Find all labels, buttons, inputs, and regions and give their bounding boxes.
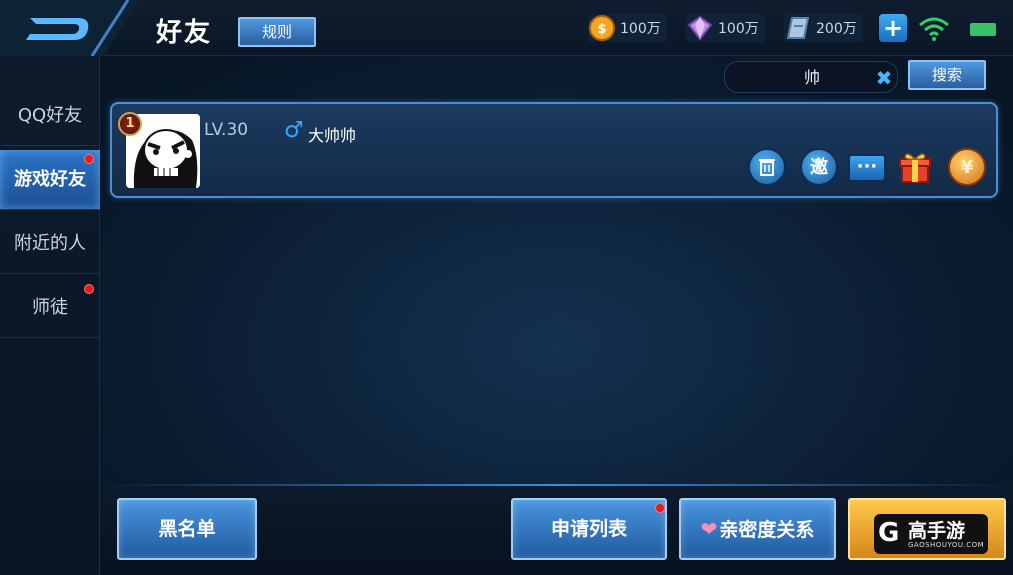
rank-badge: 1: [118, 112, 142, 136]
voucher-resource: 200万: [784, 14, 863, 42]
intimacy-button[interactable]: ❤ 亲密度关系: [679, 498, 836, 560]
rules-button[interactable]: 规则: [238, 17, 316, 47]
diamond-amount: 100万: [718, 21, 759, 37]
blacklist-button[interactable]: 黑名单: [117, 498, 257, 560]
friend-row[interactable]: 1 LV.30 ♂ 大帅帅 邀 ··· ¥: [110, 102, 998, 198]
search-button[interactable]: 搜索: [908, 60, 986, 90]
trash-glyph: [759, 159, 775, 176]
invite-icon[interactable]: 邀: [800, 148, 838, 186]
sidebar-item-nearby[interactable]: 附近的人: [0, 214, 100, 274]
gift-glyph: [899, 153, 931, 183]
add-currency-button[interactable]: +: [879, 14, 907, 42]
page-title: 好友: [156, 18, 213, 48]
sidebar-item-game-friends[interactable]: 游戏好友: [0, 150, 100, 210]
gold-resource: $ 100万: [588, 14, 667, 42]
diamond-resource: 100万: [686, 14, 765, 42]
sidebar-item-qq-friends[interactable]: QQ好友: [0, 86, 100, 146]
sidebar-item-label: 师徒: [32, 297, 68, 318]
back-icon[interactable]: [0, 0, 140, 56]
wifi-icon: [919, 17, 949, 41]
logo-badge: G 高手游 GAOSHOUYOU.COM: [874, 514, 988, 554]
clear-icon[interactable]: ✖: [873, 67, 895, 89]
gold-coin-icon: $: [589, 15, 615, 41]
diamond-icon: [687, 15, 713, 41]
gold-amount: 100万: [620, 21, 661, 37]
chat-icon[interactable]: ···: [848, 154, 886, 182]
requests-label: 申请列表: [550, 518, 627, 540]
logo-text: 高手游: [908, 520, 966, 542]
requests-button[interactable]: 申请列表: [511, 498, 667, 560]
voucher-icon: [786, 17, 810, 39]
intimacy-label: 亲密度关系: [719, 519, 815, 541]
gift-icon[interactable]: [896, 148, 934, 186]
search-input[interactable]: 帅 ✖: [724, 61, 898, 93]
sidebar: QQ好友 游戏好友 附近的人 师徒: [0, 56, 100, 575]
notification-dot: [84, 154, 94, 164]
sidebar-item-mentor[interactable]: 师徒: [0, 278, 100, 338]
notification-dot: [84, 284, 94, 294]
voucher-amount: 200万: [816, 21, 857, 37]
watermark-logo: G 高手游 GAOSHOUYOU.COM: [848, 498, 1006, 560]
svg-text:$: $: [597, 22, 606, 37]
friend-level: LV.30: [204, 120, 249, 140]
logo-g-icon: G: [878, 518, 900, 548]
male-icon: ♂: [284, 118, 304, 143]
friend-name: 大帅帅: [308, 126, 357, 145]
hearts-icon: ❤: [700, 517, 718, 541]
sidebar-item-label: 附近的人: [14, 233, 86, 254]
battery-icon: [970, 23, 996, 36]
sidebar-item-label: 游戏好友: [14, 169, 86, 190]
trash-icon[interactable]: [748, 148, 786, 186]
coin-send-icon[interactable]: ¥: [948, 148, 986, 186]
top-bar: 好友 规则 $ 100万 100万 200万 +: [0, 0, 1013, 56]
notification-dot: [655, 503, 665, 513]
blacklist-label: 黑名单: [158, 518, 216, 540]
logo-subtext: GAOSHOUYOU.COM: [908, 541, 985, 549]
sidebar-item-label: QQ好友: [17, 105, 83, 126]
